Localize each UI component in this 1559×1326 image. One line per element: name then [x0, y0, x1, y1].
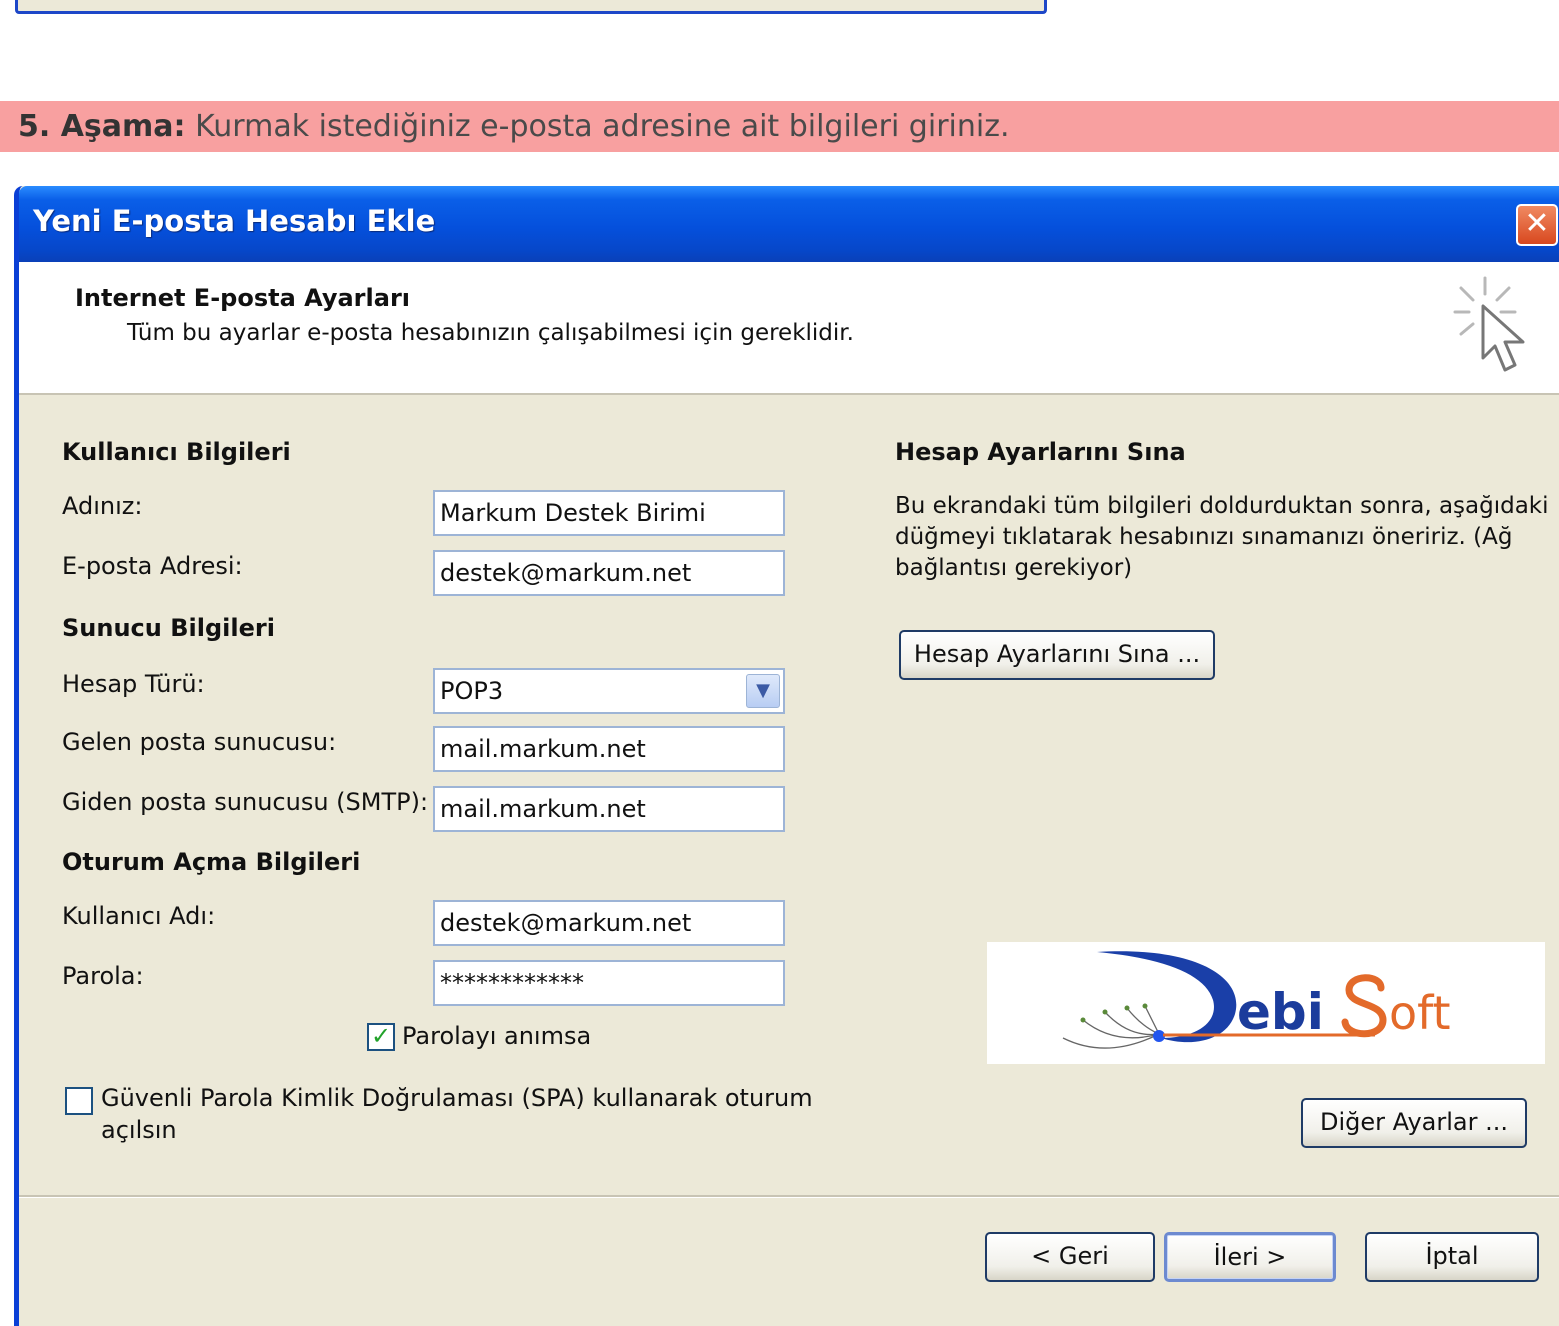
name-label: Adınız:: [62, 492, 143, 520]
spa-label-line2: açılsın: [101, 1116, 177, 1144]
test-account-settings-button[interactable]: Hesap Ayarlarını Sına ...: [899, 630, 1215, 680]
account-type-label: Hesap Türü:: [62, 670, 205, 698]
logon-info-heading: Oturum Açma Bilgileri: [62, 848, 361, 876]
next-button[interactable]: İleri >: [1164, 1232, 1336, 1282]
logo-text-ebi: ebi: [1237, 983, 1324, 1041]
step-banner: 5. Aşama: Kurmak istediğiniz e-posta adr…: [0, 101, 1559, 152]
username-field[interactable]: destek@markum.net: [433, 900, 785, 946]
outgoing-server-field[interactable]: mail.markum.net: [433, 786, 785, 832]
previous-window-fragment: [15, 0, 1047, 14]
step-instruction: Kurmak istediğiniz e-posta adresine ait …: [195, 109, 1010, 144]
account-type-value: POP3: [440, 677, 504, 705]
remember-password-checkbox[interactable]: ✓: [367, 1023, 395, 1051]
dialog-title: Yeni E-posta Hesabı Ekle: [33, 204, 436, 238]
back-button[interactable]: < Geri: [985, 1232, 1155, 1282]
footer-separator: [19, 1195, 1559, 1198]
username-label: Kullanıcı Adı:: [62, 902, 216, 930]
header-title: Internet E-posta Ayarları: [75, 284, 411, 312]
server-info-heading: Sunucu Bilgileri: [62, 614, 275, 642]
name-field[interactable]: Markum Destek Birimi: [433, 490, 785, 536]
header-subtitle: Tüm bu ayarlar e-posta hesabınızın çalış…: [127, 320, 854, 346]
spa-checkbox[interactable]: [65, 1087, 93, 1115]
close-icon[interactable]: ✕: [1516, 204, 1558, 246]
email-label: E-posta Adresi:: [62, 552, 243, 580]
dialog-header: Internet E-posta Ayarları Tüm bu ayarlar…: [19, 262, 1559, 395]
password-field[interactable]: ************: [433, 960, 785, 1006]
incoming-server-field[interactable]: mail.markum.net: [433, 726, 785, 772]
remember-password-label: Parolayı anımsa: [402, 1022, 592, 1050]
email-field[interactable]: destek@markum.net: [433, 550, 785, 596]
test-settings-description-line1: Bu ekrandaki tüm bilgileri doldurduktan …: [895, 493, 1549, 519]
cancel-button[interactable]: İptal: [1365, 1232, 1539, 1282]
more-settings-button[interactable]: Diğer Ayarlar ...: [1301, 1098, 1527, 1148]
dialog-titlebar: Yeni E-posta Hesabı Ekle ✕: [19, 186, 1559, 262]
account-type-select[interactable]: POP3 ▼: [433, 668, 785, 714]
test-settings-description-line3: bağlantısı gerekiyor): [895, 555, 1133, 581]
password-label: Parola:: [62, 962, 144, 990]
debisoft-logo-graphic: ebi oft: [1062, 951, 1451, 1049]
user-info-heading: Kullanıcı Bilgileri: [62, 438, 291, 466]
wizard-cursor-icon: [1453, 276, 1525, 372]
step-number: 5. Aşama:: [18, 109, 186, 144]
debisoft-logo: ebi oft: [987, 942, 1545, 1064]
test-settings-description-line2: düğmeyi tıklatarak hesabınızı sınamanızı…: [895, 524, 1513, 550]
outgoing-server-label: Giden posta sunucusu (SMTP):: [62, 788, 429, 816]
incoming-server-label: Gelen posta sunucusu:: [62, 728, 337, 756]
chevron-down-icon[interactable]: ▼: [746, 674, 780, 708]
logo-text-oft: oft: [1389, 986, 1451, 1040]
test-settings-heading: Hesap Ayarlarını Sına: [895, 438, 1186, 466]
spa-label-line1: Güvenli Parola Kimlik Doğrulaması (SPA) …: [101, 1084, 813, 1112]
add-email-account-dialog: Yeni E-posta Hesabı Ekle ✕ Internet E-po…: [14, 186, 1559, 1326]
